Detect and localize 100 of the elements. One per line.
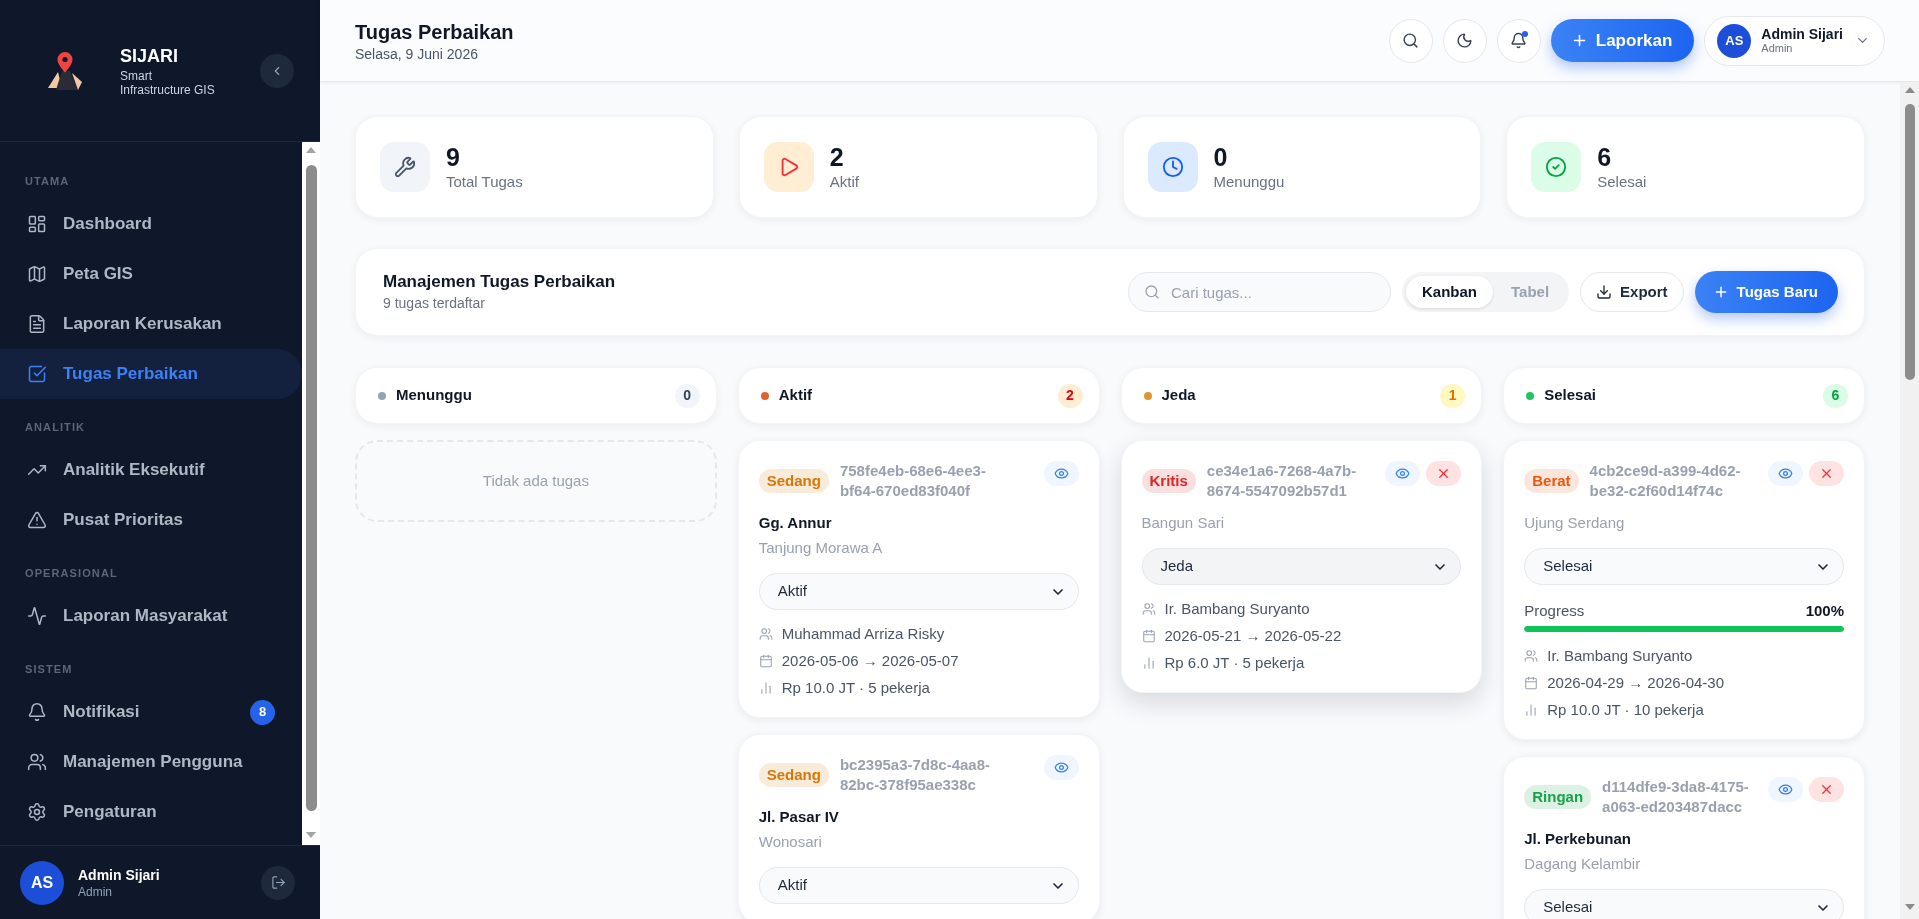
delete-button[interactable] <box>1809 777 1844 802</box>
logout-button[interactable] <box>261 865 295 900</box>
count-badge: 6 <box>1823 383 1848 408</box>
nav-item[interactable]: Notifikasi 8 <box>0 687 302 737</box>
empty-message: Tidak ada tugas <box>482 470 589 491</box>
nav-item[interactable]: Manajemen Pengguna <box>0 737 302 787</box>
task-detail: 2026-04-29 → 2026-04-30 <box>1547 673 1725 693</box>
delete-button[interactable] <box>1426 461 1462 486</box>
status-select[interactable]: Jeda <box>1141 548 1462 585</box>
progress-label: Progress <box>1524 600 1585 621</box>
task-title: Jl. Perkebunan <box>1524 829 1632 849</box>
nav-item[interactable]: Laporan Masyarakat <box>0 591 302 641</box>
task-location: Dagang Kelambir <box>1524 854 1642 874</box>
scrollbar[interactable] <box>1900 82 1919 919</box>
status-select[interactable]: Selesai <box>1524 548 1844 585</box>
nav-item[interactable]: Peta GIS <box>0 249 302 299</box>
scroll-up-icon[interactable] <box>306 147 316 153</box>
task-card[interactable]: Sedang bc2395a3-7d8c-4aa8-82bc-378f95ae338c Jl. Pasar IV Wonosari Aktif <box>737 734 1100 919</box>
status-select[interactable]: Selesai <box>1524 889 1844 919</box>
search-field[interactable]: Cari tugas... <box>1128 272 1391 312</box>
delete-button[interactable] <box>1809 461 1844 486</box>
view-button[interactable] <box>1385 461 1421 486</box>
scroll-down-icon[interactable] <box>306 832 316 838</box>
count-badge: 0 <box>674 383 700 408</box>
task-detail: Ir. Bambang Suryanto <box>1547 646 1693 666</box>
map-icon <box>27 264 47 284</box>
task-detail: 2026-05-21 → 2026-05-22 <box>1164 626 1342 646</box>
wrench-icon <box>380 142 430 192</box>
task-card[interactable]: Sedang 758fe4eb-68e6-4ee3-bf64-670ed83f040f Gg. Annur Tanjung Morawa A Aktif Muhammad Arriza Risky 2026-05-06 → 2026-05-07 Rp 10.0 JT · 5 pekerja <box>737 440 1100 718</box>
view-button[interactable] <box>1768 461 1803 486</box>
stat-label: Menunggu <box>1213 172 1285 192</box>
nav-item[interactable]: Dashboard <box>0 199 302 249</box>
bell-icon <box>1510 32 1528 49</box>
nav-item[interactable]: Laporan Kerusakan <box>0 299 302 349</box>
scrollbar[interactable] <box>302 142 320 845</box>
task-detail: Rp 10.0 JT · 10 pekerja <box>1547 700 1704 720</box>
user-role: Admin <box>1761 42 1793 55</box>
task-location: Bangun Sari <box>1141 513 1226 533</box>
task-title: Gg. Annur <box>758 513 833 533</box>
page-title: Tugas Perbaikan <box>355 19 514 45</box>
nav-item[interactable]: Pusat Prioritas <box>0 495 302 545</box>
task-card[interactable]: Ringan d114dfe9-3da8-4175-a063-ed203487dacc Jl. Perkebunan Dagang Kelambir Selesai <box>1503 756 1865 919</box>
task-id: 758fe4eb-68e6-4ee3-bf64-670ed83f040f <box>839 461 987 501</box>
task-title: Jl. Pasar IV <box>758 807 840 827</box>
nav-item[interactable]: Analitik Eksekutif <box>0 445 302 495</box>
calendar-icon <box>758 654 773 668</box>
task-id: ce34e1a6-7268-4a7b-8674-5547092b57d1 <box>1206 461 1358 501</box>
task-card[interactable]: Berat 4cb2ce9d-a399-4d62-be32-c2f60d14f74c Ujung Serdang Selesai Progress 100% Ir. Bambang Suryanto 2026-04-29 → 2026-04-30 Rp 10.0 JT · 10 pekerja <box>1503 440 1865 740</box>
column-title: Aktif <box>778 385 813 406</box>
calendar-icon <box>1141 629 1156 643</box>
pulse-icon <box>27 606 47 626</box>
scroll-down-icon[interactable] <box>1904 904 1915 910</box>
status-select[interactable]: Aktif <box>758 867 1079 904</box>
profile-button[interactable]: AS Admin Sijari Admin <box>1704 15 1885 66</box>
stat-value: 6 <box>1597 142 1613 172</box>
scroll-up-icon[interactable] <box>1904 87 1915 93</box>
report-button[interactable]: Laporkan <box>1550 19 1695 62</box>
nav-section-label: ANALITIK <box>24 420 87 435</box>
view-button[interactable] <box>1768 777 1803 802</box>
download-icon <box>1596 284 1613 300</box>
view-tab[interactable]: Kanban <box>1406 276 1493 308</box>
panel-subtitle: 9 tugas terdaftar <box>383 294 486 313</box>
nav-item[interactable]: Pengaturan <box>0 787 302 837</box>
nav-section-label: OPERASIONAL <box>24 566 119 581</box>
view-button[interactable] <box>1043 755 1079 780</box>
new-task-button[interactable]: Tugas Baru <box>1694 271 1838 313</box>
nav-section-label: SISTEM <box>24 662 74 677</box>
bar-chart-icon <box>758 681 773 695</box>
stat-value: 2 <box>829 142 845 172</box>
stat-label: Selesai <box>1597 172 1647 192</box>
task-detail: Muhammad Arriza Risky <box>781 624 945 644</box>
export-button[interactable]: Export <box>1580 272 1684 312</box>
users-icon <box>1524 649 1539 663</box>
stat-value: 9 <box>446 142 461 172</box>
column-title: Jeda <box>1161 385 1196 406</box>
stat-value: 0 <box>1213 142 1229 172</box>
view-button[interactable] <box>1043 461 1079 486</box>
task-detail: Ir. Bambang Suryanto <box>1164 599 1310 619</box>
task-location: Tanjung Morawa A <box>758 538 884 558</box>
panel-title: Manajemen Tugas Perbaikan <box>383 271 616 293</box>
page-date: Selasa, 9 Juni 2026 <box>355 44 479 63</box>
severity-tag: Kritis <box>1141 469 1196 493</box>
eye-icon <box>1395 466 1411 481</box>
scrollbar-thumb[interactable] <box>305 165 317 811</box>
status-select[interactable]: Aktif <box>758 573 1079 610</box>
calendar-icon <box>1524 676 1539 690</box>
task-card[interactable]: Kritis ce34e1a6-7268-4a7b-8674-5547092b57d1 Bangun Sari Jeda Ir. Bambang Suryanto 2026-05-21 → 2026-05-22 Rp 6.0 JT · 5 pekerja <box>1120 440 1483 693</box>
column-title: Menunggu <box>396 385 472 406</box>
close-icon <box>1819 782 1834 797</box>
scrollbar-thumb[interactable] <box>1904 104 1915 380</box>
settings-icon <box>27 802 47 822</box>
user-role: Admin <box>78 883 113 900</box>
brand-name: SIJARI <box>120 44 180 67</box>
eye-icon <box>1053 466 1069 481</box>
task-id: 4cb2ce9d-a399-4d62-be32-c2f60d14f74c <box>1589 461 1742 501</box>
stat-label: Total Tugas <box>446 172 523 192</box>
count-badge: 1 <box>1440 383 1466 408</box>
user-avatar: AS <box>20 860 64 905</box>
logo-icon <box>47 50 83 91</box>
nav-item[interactable]: Tugas Perbaikan <box>0 349 302 399</box>
